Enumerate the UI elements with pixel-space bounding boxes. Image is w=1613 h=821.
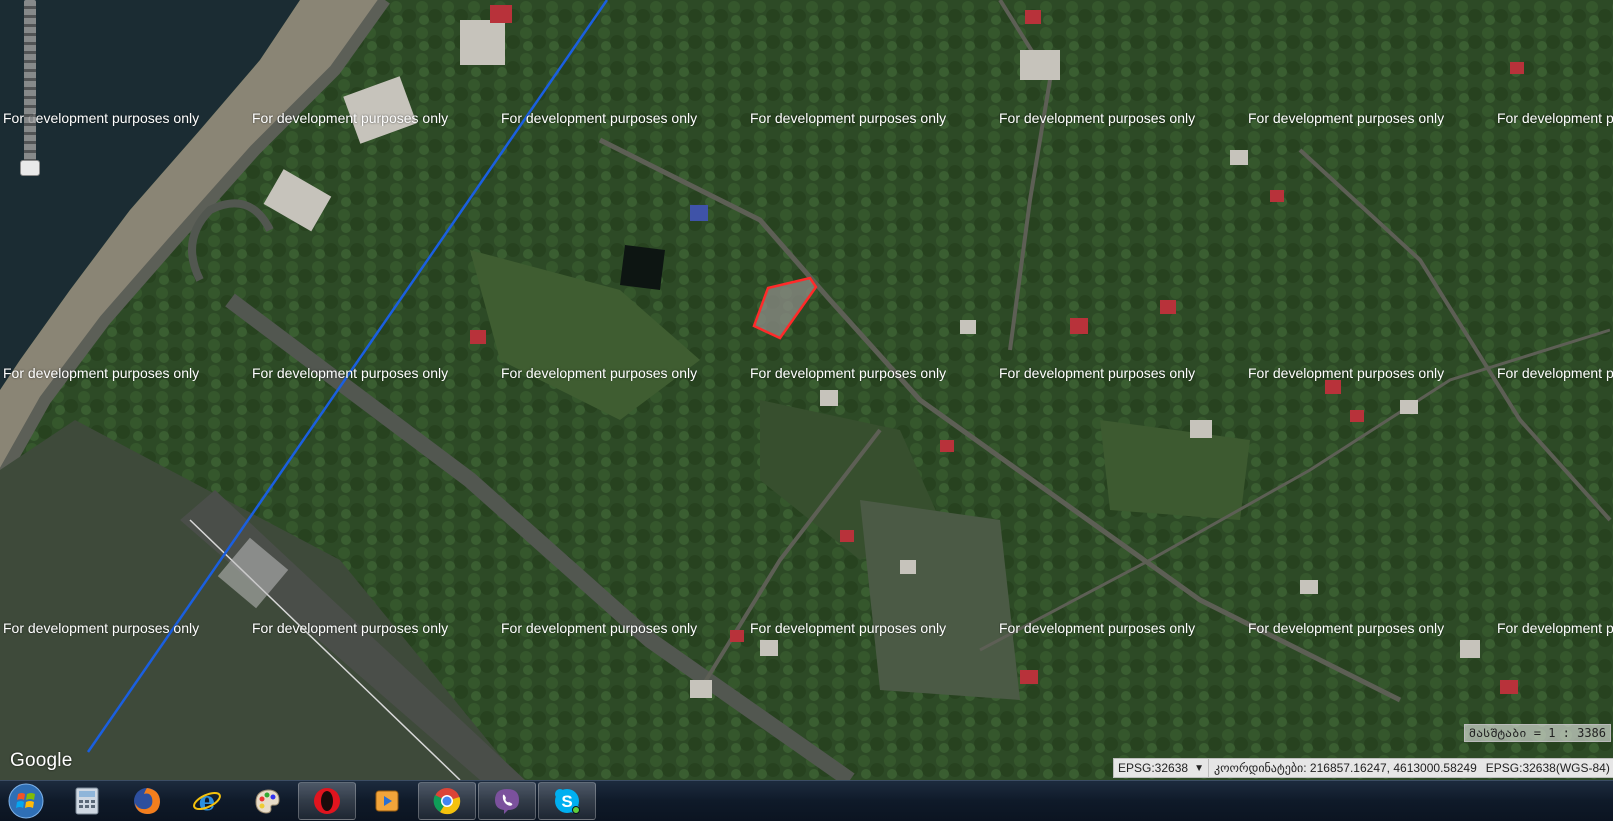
paint-icon[interactable] [238,782,296,820]
windows-start-icon[interactable] [4,781,48,821]
scale-label: მასშტაბი = 1 : 3386 [1463,724,1611,742]
map-canvas[interactable]: For development purposes only For develop… [0,0,1613,780]
skype-icon[interactable]: S [538,782,596,820]
svg-text:e: e [199,787,216,816]
watermark-text: For development purposes only [1497,110,1613,126]
watermark-text: For development purposes only [252,365,449,381]
status-bar: EPSG:32638 ▼ კოორდინატები: 216857.16247,… [1113,758,1613,778]
watermark-text: For development purposes only [1248,110,1445,126]
crs-select-value: EPSG:32638 [1118,761,1189,775]
viber-icon[interactable] [478,782,536,820]
coordinates-readout: კოორდინატები: 216857.16247, 4613000.5824… [1213,761,1477,775]
opera-icon[interactable] [298,782,356,820]
watermark-text: For development purposes only [501,110,698,126]
zoom-slider[interactable] [20,0,40,178]
crs-display: EPSG:32638(WGS-84) [1485,761,1610,775]
chevron-down-icon: ▼ [1194,762,1204,774]
watermark-text: For development purposes only [1248,365,1445,381]
watermark-text: For development purposes only [1497,365,1613,381]
watermark-text: For development purposes only [252,620,449,636]
zoom-thumb[interactable] [20,160,40,176]
crs-select[interactable]: EPSG:32638 ▼ [1114,759,1209,777]
svg-text:S: S [561,792,572,811]
watermark-text: For development purposes only [750,620,947,636]
google-logo: Google [10,750,73,771]
watermark-text: For development purposes only [999,365,1196,381]
media-player-icon[interactable] [358,782,416,820]
watermark-text: For development purposes only [252,110,449,126]
watermark-text: For development purposes only [1248,620,1445,636]
watermark-text: For development purposes only [3,365,200,381]
watermark-text: For development purposes only [750,365,947,381]
firefox-icon[interactable] [118,782,176,820]
watermark-text: For development purposes only [501,365,698,381]
zoom-track[interactable] [24,0,36,162]
taskbar: e S [0,780,1613,821]
watermark-text: For development purposes only [999,110,1196,126]
watermark-text: For development purposes only [3,620,200,636]
watermark-text: For development purposes only [750,110,947,126]
watermark-text: For development purposes only [1497,620,1613,636]
internet-explorer-icon[interactable]: e [178,782,236,820]
watermark-text: For development purposes only [999,620,1196,636]
calculator-icon[interactable] [58,782,116,820]
chrome-icon[interactable] [418,782,476,820]
watermark-text: For development purposes only [501,620,698,636]
